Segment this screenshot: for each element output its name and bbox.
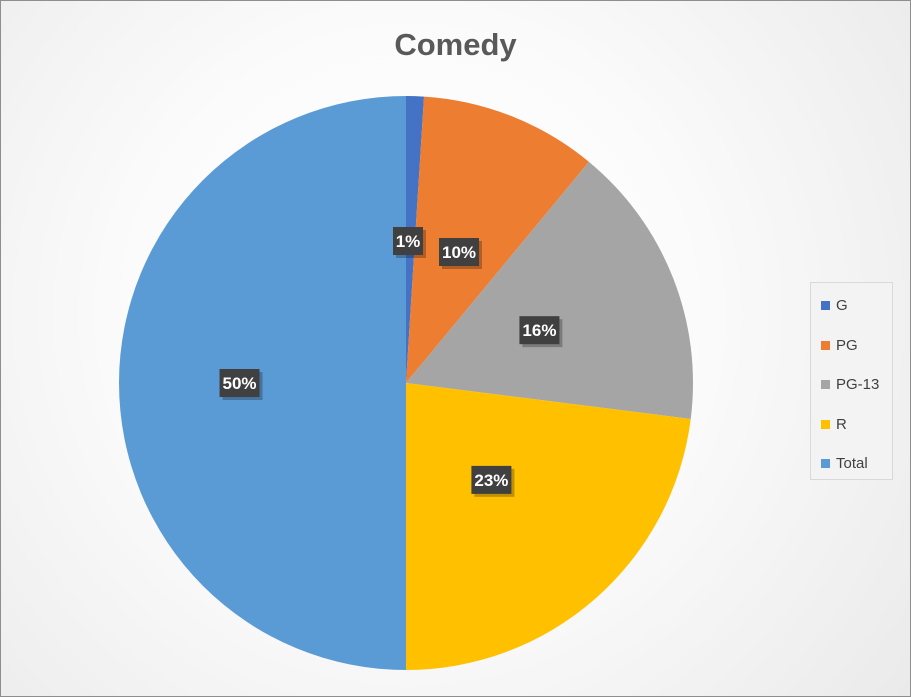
legend-label: R bbox=[836, 415, 847, 433]
legend-swatch bbox=[821, 458, 830, 468]
legend-swatch bbox=[821, 300, 830, 310]
chart-legend: G PG PG-13 R Total bbox=[810, 282, 893, 480]
legend-item-pg: PG bbox=[821, 335, 858, 355]
chart-area: Comedy 1% 10% 16% 23% 50% G PG PG-13 R Total bbox=[0, 0, 911, 697]
legend-item-g: G bbox=[821, 295, 848, 315]
pie-chart: 1% 10% 16% 23% 50% bbox=[119, 96, 694, 670]
data-label-total: 50% bbox=[219, 369, 263, 400]
legend-label: Total bbox=[836, 454, 868, 472]
legend-label: G bbox=[836, 296, 848, 314]
pie-slice-r[interactable] bbox=[406, 383, 691, 670]
legend-swatch bbox=[821, 379, 830, 389]
legend-label: PG bbox=[836, 336, 858, 354]
data-label-text: 1% bbox=[396, 232, 421, 251]
data-label-r: 23% bbox=[471, 465, 515, 497]
legend-swatch bbox=[821, 340, 830, 350]
legend-item-pg-13: PG-13 bbox=[821, 374, 879, 394]
data-label-g: 1% bbox=[393, 227, 426, 258]
data-label-text: 10% bbox=[442, 243, 476, 262]
legend-item-r: R bbox=[821, 414, 847, 434]
legend-item-total: Total bbox=[821, 453, 868, 473]
data-label-pg: 10% bbox=[439, 238, 482, 269]
data-label-pg-13: 16% bbox=[519, 316, 563, 348]
legend-label: PG-13 bbox=[836, 375, 880, 393]
legend-swatch bbox=[821, 419, 830, 429]
data-label-text: 50% bbox=[223, 374, 257, 393]
data-label-text: 16% bbox=[522, 321, 556, 340]
data-label-text: 23% bbox=[474, 471, 508, 490]
